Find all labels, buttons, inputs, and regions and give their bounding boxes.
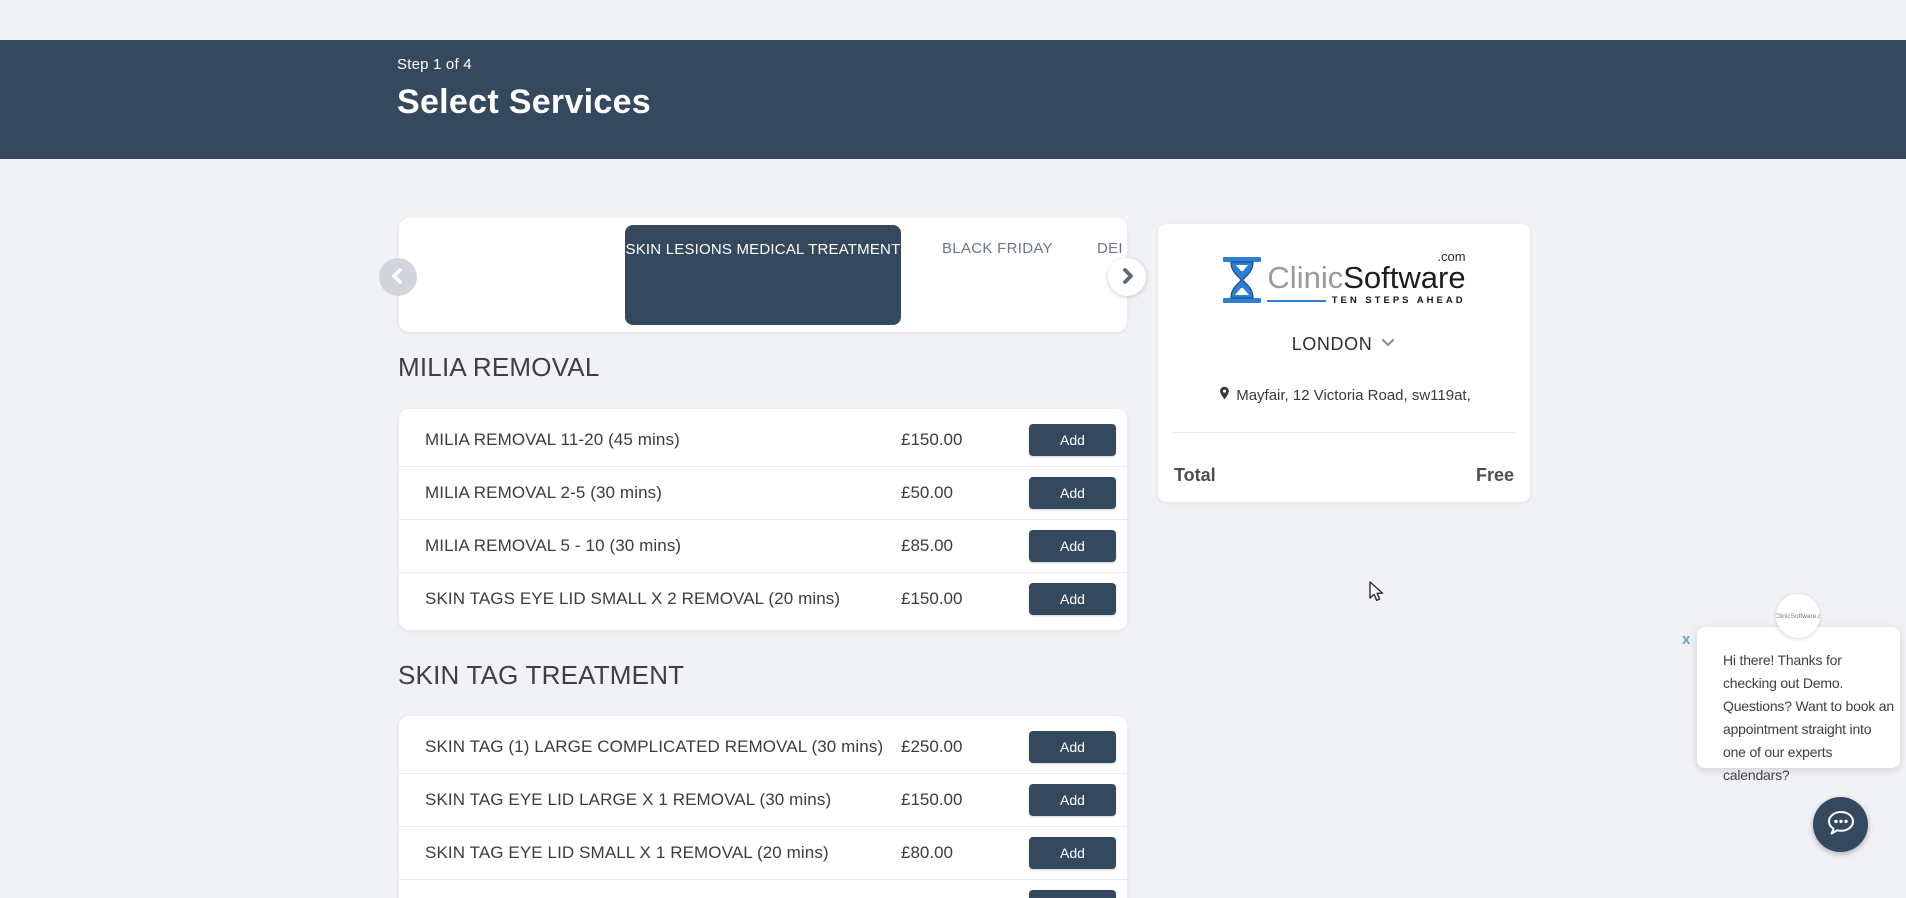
address-text: Mayfair, 12 Victoria Road, sw119at, [1236, 387, 1471, 404]
carousel-prev-button[interactable] [379, 258, 417, 296]
service-row: MILIA REMOVAL 11-20 (45 mins)£150.00Add [399, 413, 1127, 466]
add-button[interactable] [1029, 890, 1116, 898]
add-button[interactable]: Add [1029, 530, 1116, 562]
service-row: SKIN TAG EYE LID SMALL X 1 REMOVAL (20 m… [399, 826, 1127, 879]
add-button[interactable]: Add [1029, 837, 1116, 869]
total-value: Free [1476, 465, 1514, 486]
service-list-skin-tag-treatment: SKIN TAG (1) LARGE COMPLICATED REMOVAL (… [399, 716, 1127, 898]
chat-launcher-button[interactable] [1813, 797, 1868, 852]
add-button[interactable]: Add [1029, 424, 1116, 456]
header-bar: Step 1 of 4 Select Services [0, 40, 1906, 159]
service-row [399, 879, 1127, 898]
service-row: SKIN TAG EYE LID LARGE X 1 REMOVAL (30 m… [399, 773, 1127, 826]
service-name: MILIA REMOVAL 5 - 10 (30 mins) [425, 536, 901, 556]
clinic-address: Mayfair, 12 Victoria Road, sw119at, [1217, 385, 1471, 406]
logo-tld: .com [1437, 250, 1465, 263]
service-price: £80.00 [901, 843, 1029, 863]
service-name: MILIA REMOVAL 2-5 (30 mins) [425, 483, 901, 503]
service-list-milia-removal: MILIA REMOVAL 11-20 (45 mins)£150.00AddM… [399, 409, 1127, 630]
tab-black-friday[interactable]: BLACK FRIDAY [942, 240, 1053, 257]
chat-bubble[interactable]: Hi there! Thanks for checking out Demo. … [1697, 627, 1900, 768]
location-name: LONDON [1292, 334, 1373, 355]
page-title: Select Services [397, 83, 1906, 122]
service-price: £85.00 [901, 536, 1029, 556]
map-pin-icon [1217, 385, 1232, 406]
service-name: SKIN TAG (1) LARGE COMPLICATED REMOVAL (… [425, 737, 901, 757]
service-row: MILIA REMOVAL 5 - 10 (30 mins)£85.00Add [399, 519, 1127, 572]
service-price: £50.00 [901, 483, 1029, 503]
chat-message: Hi there! Thanks for checking out Demo. … [1723, 649, 1896, 787]
mini-logo-text: ClinicSoftware.com [1776, 613, 1820, 620]
chat-avatar: ClinicSoftware.com [1776, 594, 1820, 638]
clinicsoftware-logo: ClinicSoftware .com TEN STEPS AHEAD [1222, 256, 1465, 304]
total-label: Total [1174, 465, 1216, 486]
logo-word-clinic: Clinic [1267, 260, 1343, 295]
hourglass-logo-icon [1222, 256, 1262, 309]
service-price: £150.00 [901, 430, 1029, 450]
add-button[interactable]: Add [1029, 477, 1116, 509]
section-title-skin-tag-treatment: SKIN TAG TREATMENT [398, 660, 684, 691]
location-selector[interactable]: LONDON [1292, 334, 1397, 355]
category-carousel: SKIN LESIONS MEDICAL TREATMENT BLACK FRI… [399, 218, 1127, 332]
service-name: MILIA REMOVAL 11-20 (45 mins) [425, 430, 901, 450]
chat-close-icon[interactable]: x [1682, 632, 1690, 647]
logo-tagline-line [1267, 300, 1325, 302]
logo-word-software: Software [1343, 260, 1465, 295]
tab-skin-lesions-medical-treatment[interactable]: SKIN LESIONS MEDICAL TREATMENT [625, 225, 901, 325]
service-name: SKIN TAGS EYE LID SMALL X 2 REMOVAL (20 … [425, 589, 901, 609]
service-row: MILIA REMOVAL 2-5 (30 mins)£50.00Add [399, 466, 1127, 519]
service-name: SKIN TAG EYE LID LARGE X 1 REMOVAL (30 m… [425, 790, 901, 810]
chevron-left-icon [388, 266, 408, 289]
service-price: £150.00 [901, 790, 1029, 810]
tab-partial[interactable]: DEI [1097, 240, 1123, 257]
service-price: £250.00 [901, 737, 1029, 757]
add-button[interactable]: Add [1029, 784, 1116, 816]
carousel-next-button[interactable] [1108, 258, 1146, 296]
service-row: SKIN TAGS EYE LID SMALL X 2 REMOVAL (20 … [399, 572, 1127, 625]
step-indicator: Step 1 of 4 [397, 56, 1906, 73]
mouse-cursor [1368, 581, 1386, 608]
service-row: SKIN TAG (1) LARGE COMPLICATED REMOVAL (… [399, 720, 1127, 773]
chevron-down-icon [1380, 334, 1396, 355]
add-button[interactable]: Add [1029, 731, 1116, 763]
chevron-right-icon [1117, 266, 1137, 289]
booking-summary-card: ClinicSoftware .com TEN STEPS AHEAD LOND… [1158, 224, 1530, 502]
section-title-milia-removal: MILIA REMOVAL [398, 352, 600, 383]
summary-divider [1172, 432, 1516, 433]
service-name: SKIN TAG EYE LID SMALL X 1 REMOVAL (20 m… [425, 843, 901, 863]
logo-tagline: TEN STEPS AHEAD [1332, 296, 1466, 306]
service-price: £150.00 [901, 589, 1029, 609]
chat-icon [1826, 809, 1856, 840]
add-button[interactable]: Add [1029, 583, 1116, 615]
